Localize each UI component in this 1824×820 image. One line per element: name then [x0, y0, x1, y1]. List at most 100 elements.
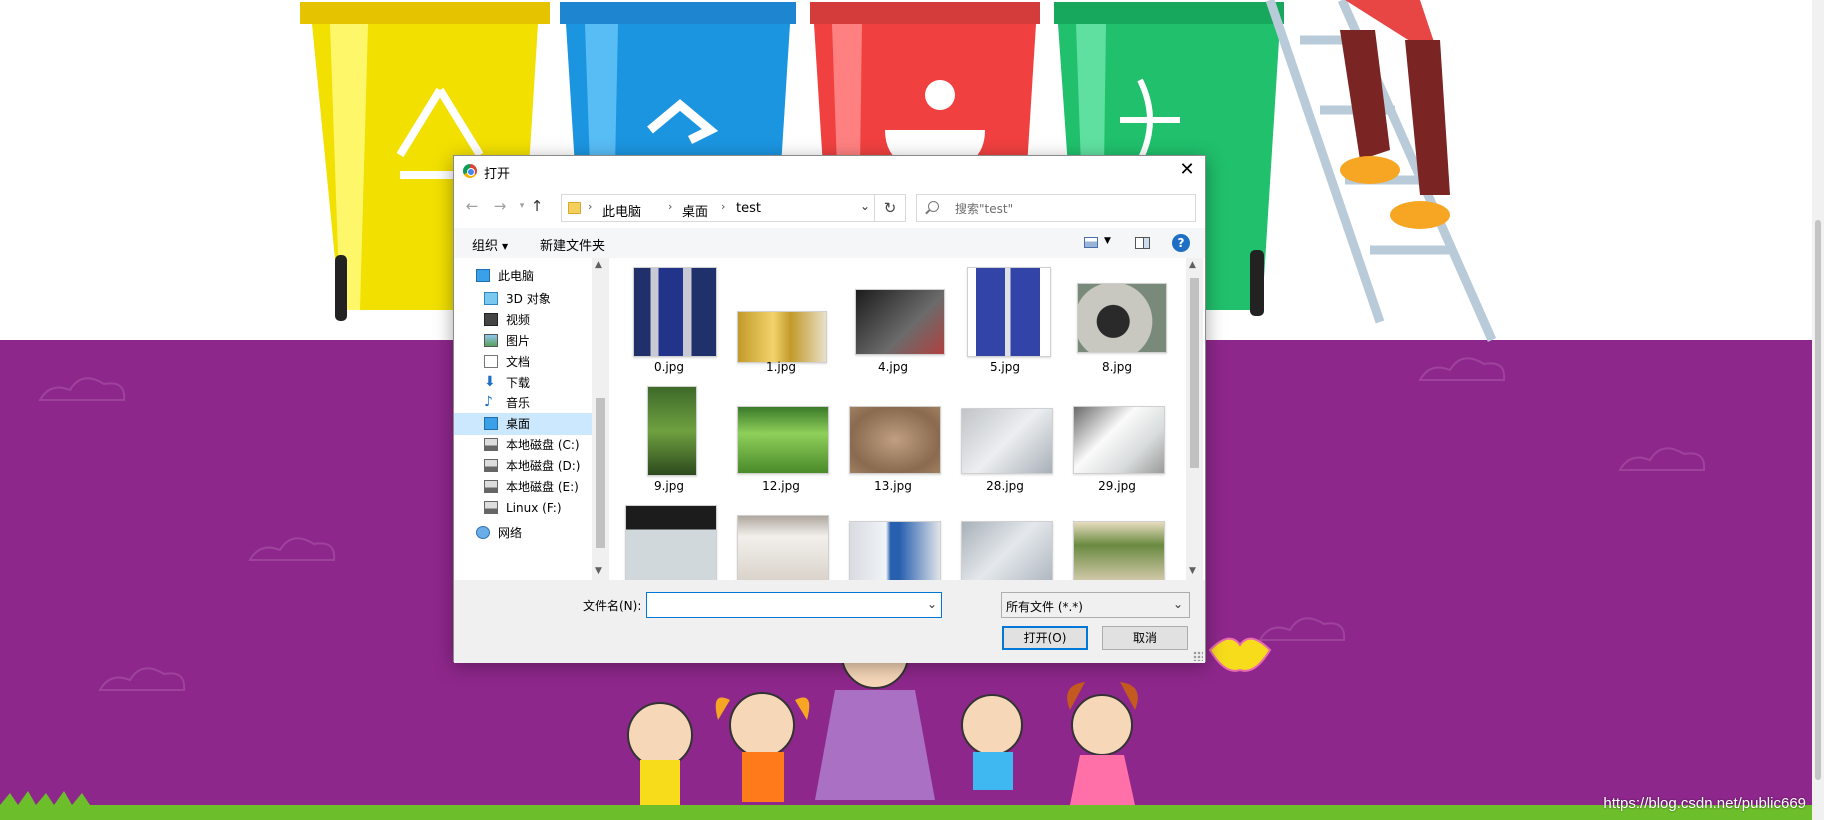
page-scrollbar-thumb[interactable]: [1815, 220, 1821, 780]
breadcrumb-item[interactable]: test: [736, 201, 761, 216]
close-icon[interactable]: ✕: [1169, 156, 1205, 186]
computer-icon: [476, 269, 490, 282]
file-name: 4.jpg: [877, 360, 909, 374]
search-input[interactable]: [955, 200, 1185, 218]
view-mode-icon[interactable]: [1084, 237, 1098, 248]
nav-item[interactable]: 本地磁盘 (C:): [454, 434, 592, 456]
scroll-up-arrow-icon[interactable]: ▲: [1189, 260, 1196, 270]
filename-combobox[interactable]: ⌄: [646, 592, 942, 618]
nav-item-label: 音乐: [506, 396, 531, 410]
file-item[interactable]: [843, 501, 943, 580]
nav-item-label: 桌面: [506, 417, 531, 431]
organize-button[interactable]: 组织 ▼: [472, 235, 508, 254]
watermark-url: https://blog.csdn.net/public669: [1603, 795, 1806, 812]
file-item[interactable]: 0.jpg: [619, 263, 719, 381]
file-item[interactable]: 4.jpg: [843, 263, 945, 381]
file-name: 0.jpg: [653, 360, 685, 374]
file-thumbnail: [961, 408, 1053, 474]
file-item[interactable]: [1067, 501, 1167, 580]
file-item[interactable]: [955, 501, 1055, 580]
chevron-down-icon: ⌄: [1172, 597, 1183, 611]
new-folder-button[interactable]: 新建文件夹: [540, 235, 605, 254]
chevron-right-icon[interactable]: ›: [721, 200, 725, 213]
chevron-down-icon[interactable]: ⌄: [927, 597, 937, 611]
file-thumbnail: [849, 406, 941, 474]
file-item[interactable]: 13.jpg: [843, 382, 943, 500]
nav-item[interactable]: 文档: [454, 351, 592, 373]
video-icon: [484, 313, 498, 326]
nav-item-label: 本地磁盘 (D:): [506, 459, 581, 473]
filename-input[interactable]: [651, 596, 911, 614]
nav-item[interactable]: 本地磁盘 (D:): [454, 455, 592, 477]
chevron-right-icon[interactable]: ›: [588, 200, 592, 213]
filetype-value: 所有文件 (*.*): [1006, 600, 1083, 614]
scroll-up-arrow-icon[interactable]: ▲: [595, 260, 602, 270]
file-thumbnail: [737, 406, 829, 474]
dialog-title: 打开: [484, 167, 511, 182]
nav-item-label: 视频: [506, 313, 531, 327]
nav-item[interactable]: 网络: [454, 522, 592, 544]
nav-item-label: 文档: [506, 355, 531, 369]
file-item[interactable]: [619, 501, 719, 580]
filename-label: 文件名(N):: [583, 599, 642, 613]
nav-item[interactable]: 图片: [454, 330, 592, 352]
file-name: 29.jpg: [1098, 479, 1136, 493]
chevron-down-icon[interactable]: ▼: [1104, 236, 1111, 246]
nav-item[interactable]: 此电脑: [454, 265, 592, 287]
nav-item[interactable]: ♪ 音乐: [454, 392, 592, 414]
file-item[interactable]: 1.jpg: [731, 263, 831, 381]
file-item[interactable]: 29.jpg: [1067, 382, 1167, 500]
help-icon[interactable]: ?: [1172, 234, 1190, 252]
file-thumbnail: [737, 311, 827, 363]
dialog-body: 此电脑 3D 对象视频图片文档 ⬇ 下载 ♪ 音乐桌面本地磁盘 (C:) 本地磁盘 (D:)…: [454, 258, 1205, 580]
nav-item[interactable]: ⬇ 下载: [454, 372, 592, 394]
filetype-select[interactable]: 所有文件 (*.*) ⌄: [1001, 592, 1190, 618]
nav-item[interactable]: 视频: [454, 309, 592, 331]
file-list-scroll-thumb[interactable]: [1190, 278, 1199, 468]
file-item[interactable]: 9.jpg: [619, 382, 719, 500]
address-bar[interactable]: › 此电脑 › 桌面 › test ⌄: [561, 194, 875, 222]
music-icon: ♪: [484, 394, 493, 410]
resize-grip-icon[interactable]: [1193, 651, 1203, 661]
file-item[interactable]: 12.jpg: [731, 382, 831, 500]
file-item[interactable]: 28.jpg: [955, 382, 1055, 500]
nav-item[interactable]: Linux (F:): [454, 497, 592, 519]
nav-item[interactable]: 3D 对象: [454, 288, 592, 310]
refresh-icon[interactable]: ↻: [875, 194, 906, 222]
search-box[interactable]: [916, 194, 1196, 222]
file-list-scrollbar[interactable]: ▲ ▼: [1186, 258, 1203, 580]
cancel-button[interactable]: 取消: [1102, 626, 1188, 650]
forward-arrow-icon[interactable]: →: [490, 196, 510, 216]
file-item[interactable]: [731, 501, 831, 580]
dialog-titlebar[interactable]: 打开 ✕: [454, 156, 1205, 186]
picture-icon: [484, 334, 498, 347]
navigation-pane-scroll-thumb[interactable]: [596, 398, 605, 548]
file-item[interactable]: 5.jpg: [955, 263, 1055, 381]
file-thumbnail: [625, 505, 717, 580]
file-name: 13.jpg: [874, 479, 912, 493]
scroll-down-arrow-icon[interactable]: ▼: [595, 566, 602, 576]
organize-label: 组织: [472, 239, 499, 254]
file-thumbnail: [633, 267, 717, 357]
nav-item[interactable]: 本地磁盘 (E:): [454, 476, 592, 498]
nav-item[interactable]: 桌面: [454, 413, 592, 435]
file-thumbnail: [1077, 283, 1167, 353]
up-arrow-icon[interactable]: ↑: [527, 196, 547, 216]
nav-item-label: 图片: [506, 334, 531, 348]
cube-icon: [484, 292, 498, 305]
back-arrow-icon[interactable]: ←: [462, 196, 482, 216]
nav-item-label: 3D 对象: [506, 292, 551, 306]
chevron-right-icon[interactable]: ›: [668, 200, 672, 213]
file-item[interactable]: 8.jpg: [1067, 263, 1167, 381]
chevron-down-icon[interactable]: ⌄: [860, 199, 870, 213]
scroll-down-arrow-icon[interactable]: ▼: [1189, 566, 1196, 576]
navigation-pane-scrollbar[interactable]: ▲ ▼: [592, 258, 609, 580]
breadcrumb-item[interactable]: 桌面: [682, 201, 708, 220]
breadcrumb-item[interactable]: 此电脑: [602, 201, 641, 220]
open-button[interactable]: 打开(O): [1002, 626, 1088, 650]
drive-icon: [484, 459, 498, 472]
preview-pane-icon[interactable]: [1135, 237, 1150, 249]
file-thumbnail: [855, 289, 945, 355]
file-thumbnail: [1073, 521, 1165, 580]
download-icon: ⬇: [484, 374, 496, 390]
